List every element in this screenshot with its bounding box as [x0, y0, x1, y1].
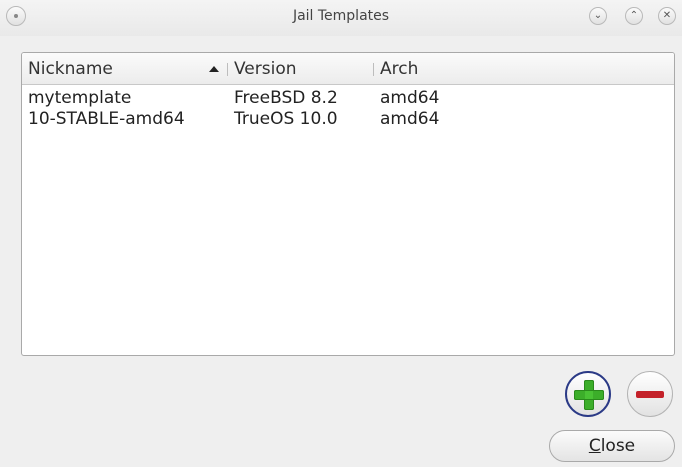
column-header-nickname[interactable]: Nickname	[28, 53, 224, 84]
close-icon: ✕	[662, 10, 672, 21]
title-bar: Jail Templates ⌄ ⌃ ✕	[0, 0, 682, 36]
list-header: Nickname Version Arch	[22, 53, 674, 85]
close-label: lose	[600, 436, 636, 456]
minus-icon	[636, 391, 664, 398]
close-window-button[interactable]: ✕	[658, 7, 676, 25]
column-separator[interactable]	[227, 63, 228, 76]
close-button[interactable]: Close	[549, 430, 675, 462]
table-row[interactable]: mytemplate FreeBSD 8.2 amd64	[22, 88, 674, 108]
column-header-label: Arch	[380, 59, 419, 79]
column-header-version[interactable]: Version	[234, 53, 374, 84]
cell-arch: amd64	[380, 88, 440, 108]
cell-arch: amd64	[380, 109, 440, 129]
minimize-button[interactable]: ⌄	[589, 7, 607, 25]
cell-version: FreeBSD 8.2	[234, 88, 338, 108]
cell-nickname: 10-STABLE-amd64	[28, 109, 185, 129]
cell-version: TrueOS 10.0	[234, 109, 338, 129]
column-separator[interactable]	[373, 63, 374, 76]
templates-list[interactable]: Nickname Version Arch mytemplate FreeBSD…	[21, 52, 675, 356]
column-header-label: Version	[234, 59, 297, 79]
chevron-down-icon: ⌄	[593, 10, 603, 21]
add-template-button[interactable]	[565, 371, 611, 417]
window-title: Jail Templates	[292, 8, 390, 24]
remove-template-button[interactable]	[627, 371, 673, 417]
cell-nickname: mytemplate	[28, 88, 132, 108]
chevron-up-icon: ⌃	[629, 10, 639, 21]
close-mnemonic: C	[588, 436, 601, 456]
column-header-arch[interactable]: Arch	[380, 53, 500, 84]
table-row[interactable]: 10-STABLE-amd64 TrueOS 10.0 amd64	[22, 109, 674, 129]
column-header-label: Nickname	[28, 59, 113, 79]
maximize-button[interactable]: ⌃	[625, 7, 643, 25]
sort-ascending-icon	[209, 66, 219, 72]
